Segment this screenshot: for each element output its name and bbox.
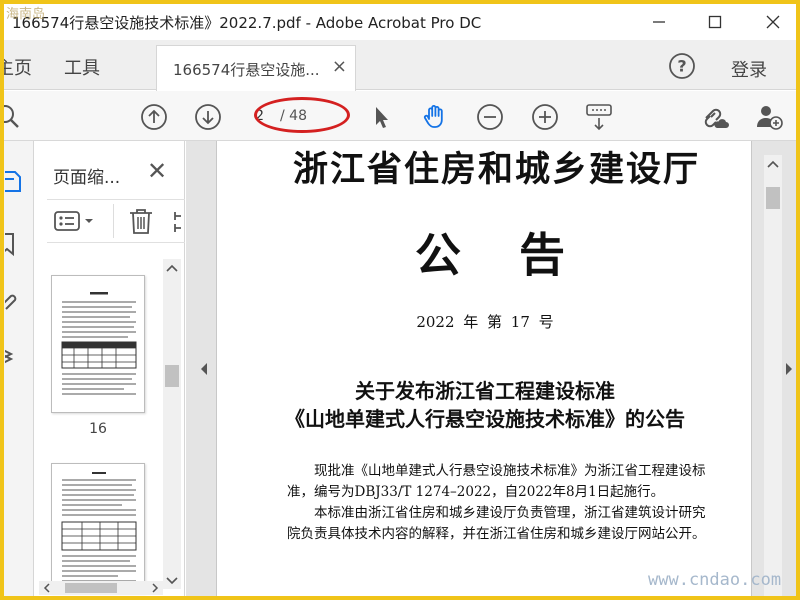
document-scrollbar[interactable] [764,155,782,596]
acrobat-window: 海南岛 166574行悬空设施技术标准》2022.7.pdf - Adobe A… [4,4,796,596]
zoom-out-button[interactable] [475,102,505,132]
rail-bookmarks[interactable] [4,229,30,259]
help-icon: ? [669,53,695,79]
title-bar: 166574行悬空设施技术标准》2022.7.pdf - Adobe Acrob… [4,4,796,40]
page-display-button[interactable] [584,102,614,132]
page-thumbnail[interactable] [51,463,145,593]
thumbnail-page-label: 16 [89,421,107,437]
rail-page-thumbnails[interactable] [4,167,30,197]
scroll-mode-icon [586,104,612,131]
document-scroll-thumb[interactable] [766,187,780,209]
thumbnail-scroll-thumb[interactable] [165,365,179,387]
trash-icon [130,209,152,234]
rail-layers[interactable] [4,341,30,371]
panel-divider [113,204,114,238]
zoom-in-icon [532,104,558,130]
menu-tools[interactable]: 工具 [64,54,100,80]
more-tools-icon [174,212,181,232]
options-dropdown-icon [54,211,93,231]
scroll-up-icon[interactable] [764,157,782,171]
arrow-up-circle-icon [141,104,167,130]
scroll-right-icon[interactable] [149,581,161,595]
doc-heading-line-2: 《山地单建式人行悬空设施技术标准》的公告 [285,407,685,431]
login-button[interactable]: 登录 [731,56,767,82]
add-user-icon [757,106,783,130]
minimize-icon [653,21,665,23]
maximize-button[interactable] [692,4,738,40]
select-tool-button[interactable] [366,102,396,132]
collapse-left-pane-button[interactable] [190,141,218,596]
triangle-left-icon [201,362,207,375]
doc-paragraph: 本标准由浙江省住房和城乡建设厅负责管理，浙江省建筑设计研究院负责具体技术内容的解… [287,505,706,542]
panel-toolbar [47,199,185,243]
bookmark-icon [5,233,14,257]
document-viewer[interactable]: 浙江省住房和城乡建设厅 公告 2022 年 第 17 号 关于发布浙江省工程建设… [186,141,796,596]
site-watermark: www.cndao.com [648,570,782,590]
hand-tool-button[interactable] [420,102,450,132]
window-title: 166574行悬空设施技术标准》2022.7.pdf - Adobe Acrob… [12,14,482,32]
page-thumbnail[interactable] [51,275,145,413]
menu-bar: 主页 工具 166574行悬空设施... × ? 登录 [4,40,796,91]
rail-attachments[interactable] [4,285,30,315]
help-button[interactable]: ? [668,52,696,80]
doc-notice-title: 公告 [415,228,623,282]
layers-icon [5,349,14,364]
close-window-button[interactable] [750,4,796,40]
panel-title: 页面缩... [53,168,121,188]
scroll-down-icon[interactable] [163,573,181,587]
zoom-out-icon [477,104,503,130]
next-page-button[interactable] [193,102,223,132]
zoom-in-button[interactable] [530,102,560,132]
pointer-arrow-icon [376,107,388,128]
current-page-number[interactable]: 2 [252,108,264,124]
left-rail [4,141,34,596]
toolbar: 2 / 48 [4,91,796,141]
arrow-down-circle-icon [195,104,221,130]
tab-close-icon[interactable]: × [332,56,347,77]
thumbnail-panel: 页面缩... ✕ 16 [35,141,185,596]
panel-close-icon[interactable]: ✕ [147,157,167,185]
more-tools-button[interactable] [171,208,185,240]
document-tab[interactable]: 166574行悬空设施... × [156,45,356,91]
page-thumbnails-icon [5,171,21,192]
maximize-icon [708,15,722,29]
minimize-button[interactable] [636,4,682,40]
hand-icon [423,105,443,128]
search-button[interactable] [4,102,24,132]
thumbnail-page-preview [61,472,137,582]
svg-text:?: ? [677,57,686,76]
share-link-button[interactable] [700,102,730,132]
search-icon [4,105,19,128]
thumbnail-scrollbar[interactable] [163,259,181,589]
scroll-up-icon[interactable] [163,261,181,275]
document-tab-label: 166574行悬空设施... [173,61,320,79]
doc-heading-line-1: 关于发布浙江省工程建设标准 [355,379,615,403]
previous-page-button[interactable] [139,102,169,132]
doc-body: 现批准《山地单建式人行悬空设施技术标准》为浙江省工程建设标准，编号为DBJ33/… [287,461,717,545]
thumbnail-hscrollbar[interactable] [39,581,163,595]
triangle-right-icon [786,362,792,375]
thumbnail-options-button[interactable] [53,208,99,238]
pdf-page: 浙江省住房和城乡建设厅 公告 2022 年 第 17 号 关于发布浙江省工程建设… [216,141,752,596]
scroll-left-icon[interactable] [41,581,53,595]
total-pages: / 48 [280,108,307,124]
thumbnail-hscroll-thumb[interactable] [65,583,117,593]
corner-watermark: 海南岛 [6,7,46,22]
paperclip-icon [5,294,17,310]
page-number-field[interactable]: 2 / 48 [252,102,342,130]
menu-home[interactable]: 主页 [4,54,32,80]
close-icon [766,15,780,29]
thumbnail-page-preview [61,292,137,395]
delete-page-button[interactable] [127,206,155,240]
doc-department: 浙江省住房和城乡建设厅 [293,149,701,190]
link-cloud-icon [704,108,729,128]
expand-right-pane-button[interactable] [782,141,796,596]
add-user-button[interactable] [754,102,784,132]
doc-issue-number: 2022 年 第 17 号 [416,313,554,331]
doc-paragraph: 现批准《山地单建式人行悬空设施技术标准》为浙江省工程建设标准，编号为DBJ33/… [287,463,706,500]
